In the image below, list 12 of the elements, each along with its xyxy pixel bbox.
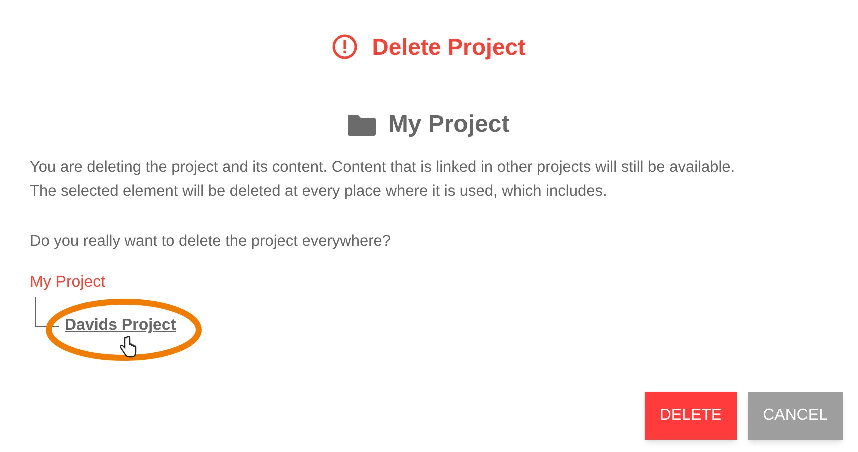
tree-connector-line (35, 297, 59, 327)
cancel-button[interactable]: CANCEL (748, 392, 843, 440)
description-text: The selected element will be deleted at every place where it is used, which includes. (30, 182, 608, 202)
warning-icon (332, 34, 358, 60)
tree-root: My Project (30, 273, 107, 293)
question-text: Do you really want to delete the project everywhere? (30, 232, 392, 252)
delete-button[interactable]: DELETE (644, 392, 738, 440)
description-text: You are deleting the project and its content. Content that is linked in other projects will still be available. (30, 158, 736, 178)
dialog-title: Delete Project (372, 33, 526, 62)
hand-cursor-icon (119, 336, 137, 358)
project-name: My Project (388, 110, 510, 140)
folder-icon (348, 114, 376, 136)
